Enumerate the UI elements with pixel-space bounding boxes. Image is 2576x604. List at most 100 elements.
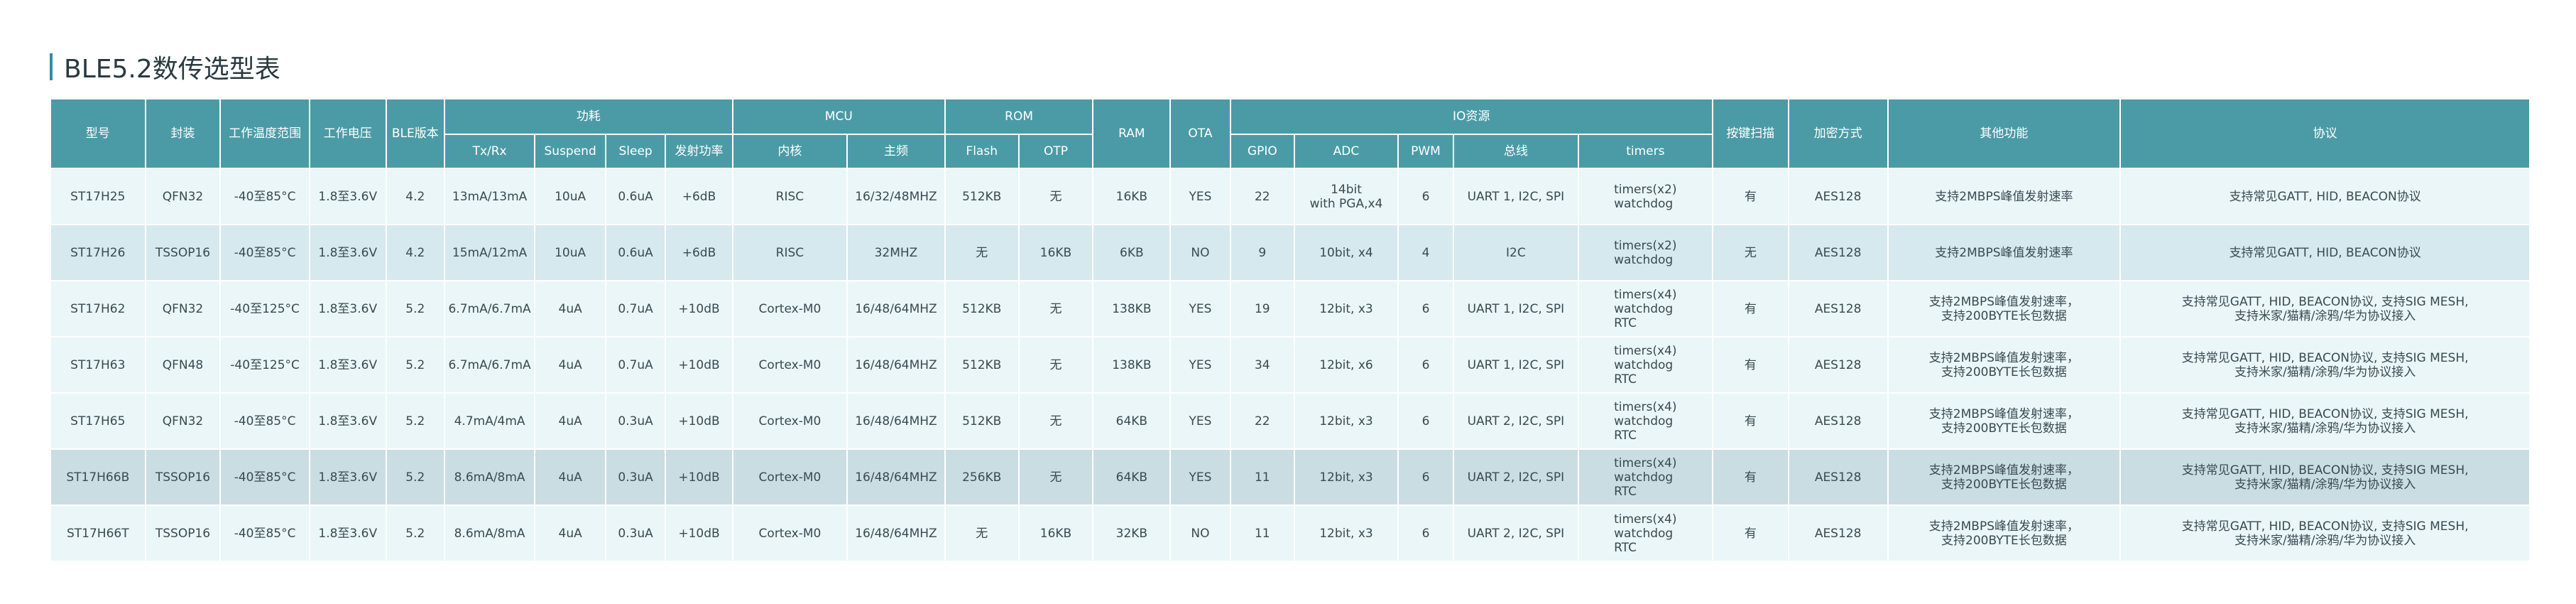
cell-package: QFN48	[144, 336, 222, 394]
cell-core: Cortex-M0	[731, 392, 848, 450]
cell-temp: -40至85°C	[219, 224, 310, 281]
cell-freq: 16/48/64MHZ	[846, 392, 946, 450]
header-rom: ROM	[944, 98, 1094, 135]
cell-package: QFN32	[144, 392, 222, 450]
cell-model: ST17H25	[50, 168, 146, 225]
cell-scan: 有	[1711, 168, 1789, 225]
adc-line: 12bit, x3	[1319, 470, 1373, 485]
cell-scan: 有	[1711, 336, 1789, 394]
protocol-lines: 支持常见GATT, HID, BEACON协议, 支持SIG MESH, 支持米家…	[2124, 407, 2526, 436]
cell-encrypt: AES128	[1787, 505, 1889, 562]
cell-gpio: 19	[1229, 280, 1296, 338]
timers-line: timers(x4)	[1614, 455, 1677, 470]
table-row: ST17H65 QFN32 -40至85°C 1.8至3.6V 5.2 4.7mA/4mA…	[50, 392, 2531, 450]
adc-lines: 10bit, x4	[1298, 246, 1395, 260]
adc-line: 12bit, x3	[1319, 526, 1373, 541]
cell-flash: 256KB	[944, 448, 1020, 506]
protocol-lines: 支持常见GATT, HID, BEACON协议, 支持SIG MESH, 支持米家…	[2124, 519, 2526, 548]
cell-ram: 64KB	[1092, 392, 1172, 450]
cell-gpio: 22	[1229, 392, 1296, 450]
cell-flash: 512KB	[944, 392, 1020, 450]
cell-sleep: 0.3uA	[604, 448, 667, 506]
cell-freq: 16/32/48MHZ	[846, 168, 946, 225]
header-other: 其他功能	[1887, 98, 2122, 169]
cell-encrypt: AES128	[1787, 224, 1889, 281]
cell-protocol: 支持常见GATT, HID, BEACON协议	[2119, 168, 2531, 225]
table-row: ST17H25 QFN32 -40至85°C 1.8至3.6V 4.2 13mA/13mA…	[50, 168, 2531, 225]
cell-ram: 6KB	[1092, 224, 1172, 281]
timers-line: watchdog	[1614, 196, 1674, 211]
cell-txrx: 6.7mA/6.7mA	[443, 336, 536, 394]
cell-other: 支持2MBPS峰值发射速率， 支持200BYTE长包数据	[1887, 505, 2122, 562]
cell-other: 支持2MBPS峰值发射速率， 支持200BYTE长包数据	[1887, 336, 2122, 394]
timers-line: timers(x4)	[1614, 287, 1677, 302]
other-line: 支持2MBPS峰值发射速率，	[1928, 350, 2079, 365]
cell-pwm: 6	[1397, 448, 1455, 506]
timers-lines: timers(x4) watchdog RTC	[1614, 288, 1676, 330]
cell-otp: 16KB	[1017, 505, 1094, 562]
cell-txrx: 8.6mA/8mA	[443, 505, 536, 562]
adc-lines: 14bit with PGA,x4	[1298, 183, 1395, 211]
cell-freq: 32MHZ	[846, 224, 946, 281]
cell-sleep: 0.3uA	[604, 505, 667, 562]
timers-line: timers(x4)	[1614, 343, 1677, 358]
cell-otp: 无	[1017, 448, 1094, 506]
cell-other: 支持2MBPS峰值发射速率， 支持200BYTE长包数据	[1887, 448, 2122, 506]
header-otp: OTP	[1017, 134, 1094, 169]
cell-scan: 有	[1711, 505, 1789, 562]
cell-package: TSSOP16	[144, 505, 222, 562]
other-line: 支持2MBPS峰值发射速率，	[1928, 406, 2079, 421]
cell-flash: 无	[944, 224, 1020, 281]
cell-ota: YES	[1169, 280, 1231, 338]
adc-lines: 12bit, x3	[1298, 414, 1395, 428]
cell-ota: YES	[1169, 392, 1231, 450]
cell-timers: timers(x4) watchdog RTC	[1577, 336, 1713, 394]
cell-ram: 32KB	[1092, 505, 1172, 562]
protocol-line: 支持常见GATT, HID, BEACON协议, 支持SIG MESH,	[2181, 294, 2469, 309]
adc-line: with PGA,x4	[1309, 196, 1383, 211]
header-voltage: 工作电压	[308, 98, 387, 169]
timers-lines: timers(x4) watchdog RTC	[1614, 400, 1676, 443]
cell-freq: 16/48/64MHZ	[846, 448, 946, 506]
cell-model: ST17H66T	[50, 505, 146, 562]
cell-ram: 64KB	[1092, 448, 1172, 506]
cell-ram: 138KB	[1092, 336, 1172, 394]
cell-txpower: +10dB	[665, 280, 733, 338]
timers-line: watchdog	[1614, 252, 1674, 267]
header-pwm: PWM	[1397, 134, 1455, 169]
cell-txrx: 13mA/13mA	[443, 168, 536, 225]
header-temp: 工作温度范围	[219, 98, 310, 169]
header-encrypt: 加密方式	[1787, 98, 1889, 169]
cell-core: Cortex-M0	[731, 280, 848, 338]
cell-protocol: 支持常见GATT, HID, BEACON协议	[2119, 224, 2531, 281]
cell-encrypt: AES128	[1787, 392, 1889, 450]
cell-voltage: 1.8至3.6V	[308, 505, 387, 562]
table-row: ST17H62 QFN32 -40至125°C 1.8至3.6V 5.2 6.7mA/6.…	[50, 280, 2531, 338]
other-line: 支持200BYTE长包数据	[1941, 533, 2067, 548]
cell-ble: 5.2	[385, 280, 445, 338]
cell-suspend: 4uA	[534, 392, 606, 450]
cell-pwm: 6	[1397, 505, 1455, 562]
cell-scan: 无	[1711, 224, 1789, 281]
cell-otp: 无	[1017, 168, 1094, 225]
cell-package: TSSOP16	[144, 224, 222, 281]
cell-ota: YES	[1169, 336, 1231, 394]
table-row: ST17H66T TSSOP16 -40至85°C 1.8至3.6V 5.2 8.6mA/…	[50, 505, 2531, 562]
timers-line: watchdog	[1614, 301, 1674, 316]
cell-suspend: 4uA	[534, 336, 606, 394]
cell-encrypt: AES128	[1787, 336, 1889, 394]
cell-gpio: 22	[1229, 168, 1296, 225]
protocol-line: 支持常见GATT, HID, BEACON协议, 支持SIG MESH,	[2181, 463, 2469, 478]
header-freq: 主频	[846, 134, 946, 169]
header-suspend: Suspend	[534, 134, 606, 169]
other-lines: 支持2MBPS峰值发射速率	[1892, 246, 2117, 260]
timers-lines: timers(x4) watchdog RTC	[1614, 456, 1676, 499]
cell-txrx: 15mA/12mA	[443, 224, 536, 281]
cell-temp: -40至85°C	[219, 505, 310, 562]
cell-suspend: 4uA	[534, 280, 606, 338]
header-flash: Flash	[944, 134, 1020, 169]
cell-core: RISC	[731, 224, 848, 281]
cell-bus: I2C	[1453, 224, 1579, 281]
cell-gpio: 11	[1229, 448, 1296, 506]
cell-txpower: +10dB	[665, 505, 733, 562]
